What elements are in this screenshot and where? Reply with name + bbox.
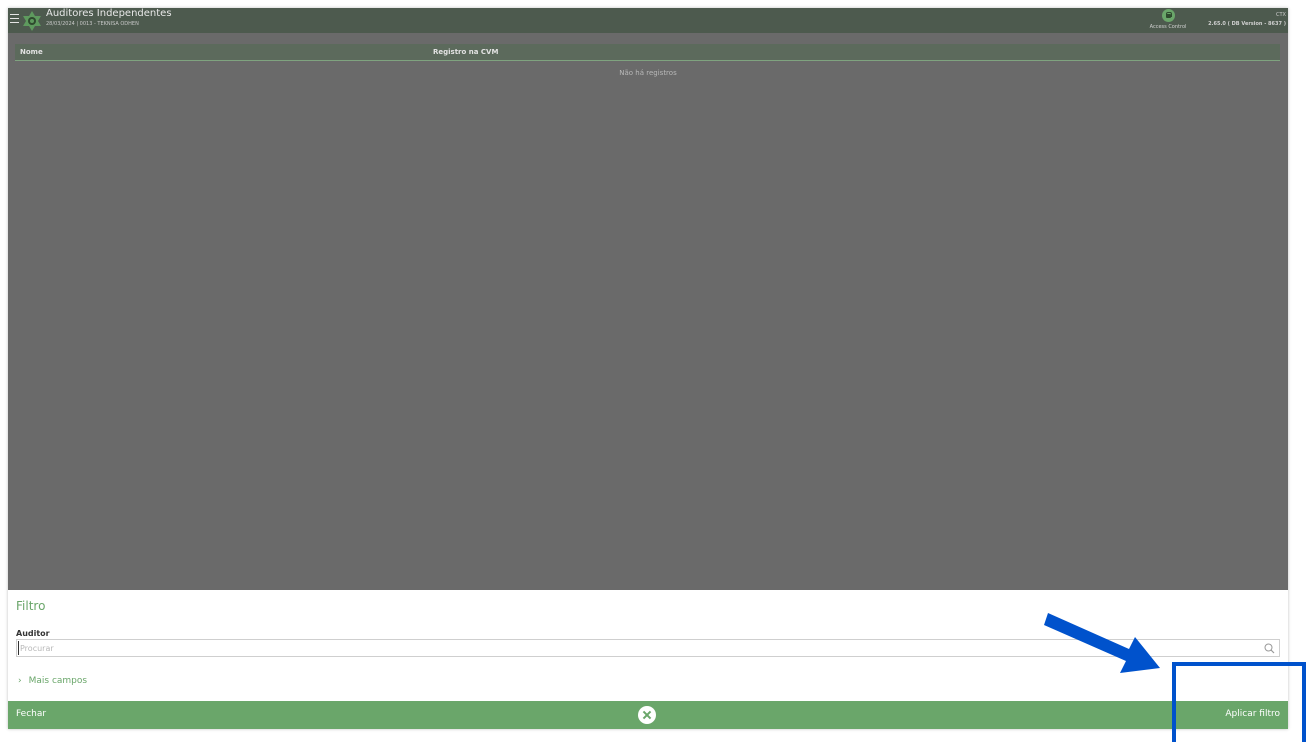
filter-footer-bar: Fechar Aplicar filtro (8, 701, 1288, 729)
grid-header: Nome Registro na CVM (15, 44, 1280, 61)
teknisa-logo-icon (23, 11, 41, 31)
hamburger-menu-icon[interactable] (10, 14, 19, 23)
column-header-registro-cvm[interactable]: Registro na CVM (433, 48, 498, 56)
search-icon[interactable] (1264, 643, 1275, 654)
auditor-field-label: Auditor (16, 629, 50, 638)
close-button[interactable]: Fechar (16, 709, 46, 719)
clear-filter-icon[interactable] (638, 706, 656, 724)
chevron-right-icon: › (18, 676, 22, 686)
access-control-label: Access Control (1149, 24, 1187, 30)
environment-label: CTX (1276, 12, 1286, 18)
annotation-highlight-box (1172, 662, 1306, 742)
page-title: Auditores Independentes (46, 8, 172, 19)
more-fields-toggle[interactable]: › Mais campos (18, 676, 87, 686)
annotation-arrow-icon (1044, 613, 1160, 673)
more-fields-label: Mais campos (28, 676, 88, 686)
page-subtitle: 28/03/2024 | 0013 - TEKNISA ODHEN (46, 21, 139, 27)
filter-title: Filtro (16, 599, 46, 613)
access-control-button[interactable]: Access Control (1148, 9, 1188, 30)
empty-message: Não há registros (619, 69, 677, 77)
app-header: Auditores Independentes 28/03/2024 | 001… (8, 8, 1288, 33)
column-header-nome[interactable]: Nome (20, 48, 43, 56)
lock-icon (1161, 9, 1175, 22)
version-label: 2.65.0 ( DB Version - 8637 ) (1208, 21, 1286, 27)
